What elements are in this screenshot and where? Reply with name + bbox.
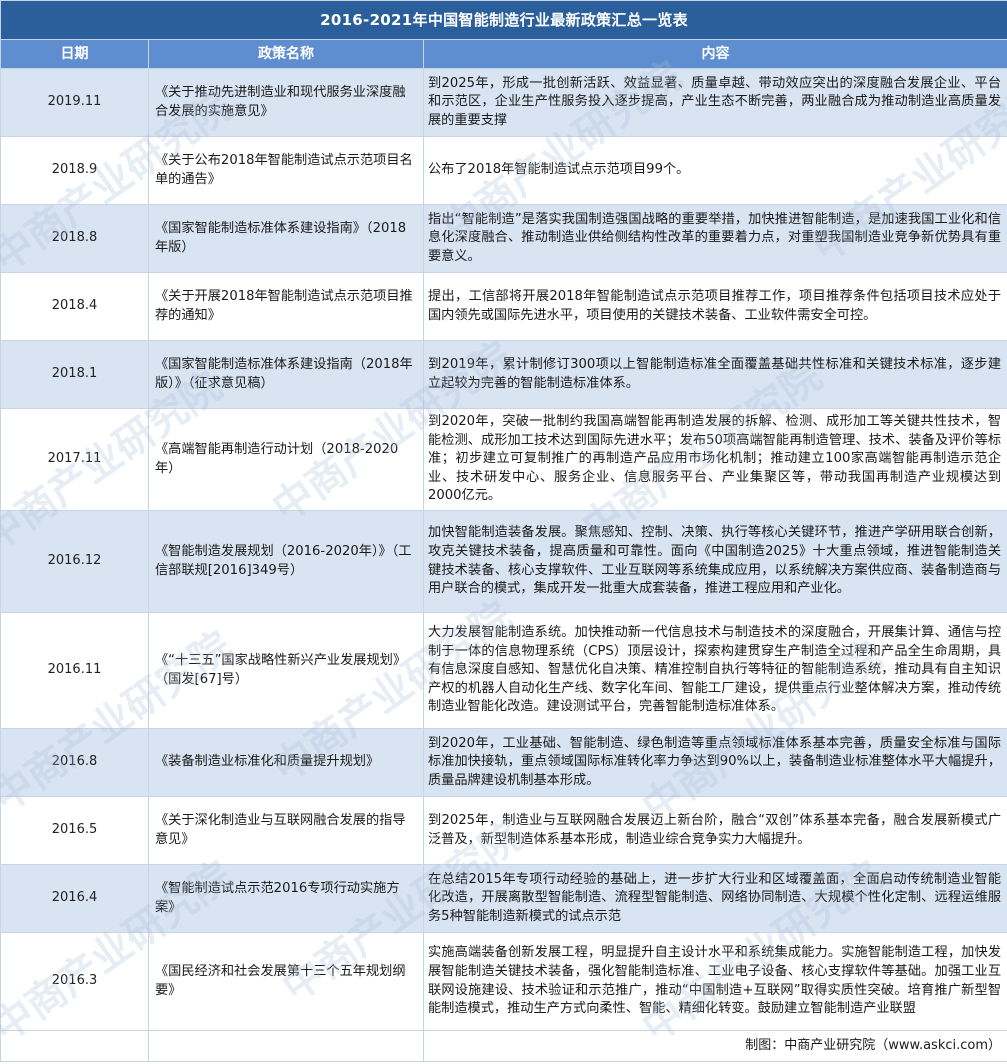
row-date: 2018.8 <box>0 204 149 273</box>
table-row: 2017.11 《高端智能再制造行动计划（2018-2020年） 到2020年，… <box>0 408 1007 511</box>
row-date: 2017.11 <box>0 408 149 511</box>
table-row: 2018.9 《关于公布2018年智能制造试点示范项目名单的通告》 公布了201… <box>0 136 1007 205</box>
table-title: 2016-2021年中国智能制造行业最新政策汇总一览表 <box>0 0 1007 40</box>
row-content: 大力发展智能制造系统。加快推动新一代信息技术与制造技术的深度融合，开展集计算、通… <box>422 612 1007 729</box>
source-credit: 制图：中商产业研究院（www.askci.com） <box>422 1030 1007 1062</box>
row-policy-name: 《关于开展2018年智能制造试点示范项目推荐的通知》 <box>148 272 424 341</box>
row-policy-name: 《高端智能再制造行动计划（2018-2020年） <box>148 408 424 511</box>
row-content: 到2019年，累计制修订300项以上智能制造标准全面覆盖基础共性标准和关键技术标… <box>422 340 1007 409</box>
row-content: 到2025年，形成一批创新活跃、效益显著、质量卓越、带动效应突出的深度融合发展企… <box>422 68 1007 137</box>
row-policy-name: 《关于公布2018年智能制造试点示范项目名单的通告》 <box>148 136 424 205</box>
row-content: 加快智能制造装备发展。聚焦感知、控制、决策、执行等核心关键环节，推进产学研用联合… <box>422 510 1007 613</box>
row-content: 公布了2018年智能制造试点示范项目99个。 <box>422 136 1007 205</box>
row-policy-name: 《关于深化制造业与互联网融合发展的指导意见》 <box>148 796 424 865</box>
row-date: 2016.5 <box>0 796 149 865</box>
row-content: 到2025年，制造业与互联网融合发展迈上新台阶，融合“双创”体系基本完备，融合发… <box>422 796 1007 865</box>
table-row: 2016.3 《国民经济和社会发展第十三个五年规划纲要》 实施高端装备创新发展工… <box>0 932 1007 1031</box>
row-date: 2016.8 <box>0 728 149 797</box>
table-row: 2019.11 《关于推动先进制造业和现代服务业深度融合发展的实施意见》 到20… <box>0 68 1007 137</box>
header-name: 政策名称 <box>148 39 424 69</box>
row-content: 提出，工信部将开展2018年智能制造试点示范项目推荐工作，项目推荐条件包括项目技… <box>422 272 1007 341</box>
row-content: 到2020年，工业基础、智能制造、绿色制造等重点领域标准体系基本完善，质量安全标… <box>422 728 1007 797</box>
table-row: 2018.4 《关于开展2018年智能制造试点示范项目推荐的通知》 提出，工信部… <box>0 272 1007 341</box>
row-content: 在总结2015年专项行动经验的基础上，进一步扩大行业和区域覆盖面，全面启动传统制… <box>422 864 1007 933</box>
source-empty-cell <box>148 1030 424 1062</box>
table-row: 2018.1 《国家智能制造标准体系建设指南（2018年版）》（征求意见稿） 到… <box>0 340 1007 409</box>
row-date: 2016.12 <box>0 510 149 613</box>
row-policy-name: 《国家智能制造标准体系建设指南（2018年版）》（征求意见稿） <box>148 340 424 409</box>
table-row: 2016.12 《智能制造发展规划（2016-2020年）》（工信部联规[201… <box>0 510 1007 613</box>
row-policy-name: 《国家智能制造标准体系建设指南》（2018年版） <box>148 204 424 273</box>
policy-table: 2016-2021年中国智能制造行业最新政策汇总一览表 日期 政策名称 内容 2… <box>0 0 1007 1062</box>
table-row: 2016.4 《智能制造试点示范2016专项行动实施方案》 在总结2015年专项… <box>0 864 1007 933</box>
table-body: 2019.11 《关于推动先进制造业和现代服务业深度融合发展的实施意见》 到20… <box>0 68 1007 1062</box>
table-row: 2016.11 《“十三五”国家战略性新兴产业发展规划》（国发[67]号） 大力… <box>0 612 1007 729</box>
row-policy-name: 《国民经济和社会发展第十三个五年规划纲要》 <box>148 932 424 1031</box>
row-policy-name: 《“十三五”国家战略性新兴产业发展规划》（国发[67]号） <box>148 612 424 729</box>
row-date: 2019.11 <box>0 68 149 137</box>
row-content: 指出“智能制造”是落实我国制造强国战略的重要举措，加快推进智能制造，是加速我国工… <box>422 204 1007 273</box>
header-content: 内容 <box>422 39 1007 69</box>
table-row: 2016.8 《装备制造业标准化和质量提升规划》 到2020年，工业基础、智能制… <box>0 728 1007 797</box>
row-content: 实施高端装备创新发展工程，明显提升自主设计水平和系统集成能力。实施智能制造工程，… <box>422 932 1007 1031</box>
row-date: 2016.11 <box>0 612 149 729</box>
title-row: 2016-2021年中国智能制造行业最新政策汇总一览表 <box>0 0 1007 40</box>
row-date: 2016.3 <box>0 932 149 1031</box>
row-policy-name: 《智能制造发展规划（2016-2020年）》（工信部联规[2016]349号） <box>148 510 424 613</box>
table-row: 2016.5 《关于深化制造业与互联网融合发展的指导意见》 到2025年，制造业… <box>0 796 1007 865</box>
page: 2016-2021年中国智能制造行业最新政策汇总一览表 日期 政策名称 内容 2… <box>0 0 1007 1064</box>
row-date: 2016.4 <box>0 864 149 933</box>
table-row: 2018.8 《国家智能制造标准体系建设指南》（2018年版） 指出“智能制造”… <box>0 204 1007 273</box>
row-policy-name: 《智能制造试点示范2016专项行动实施方案》 <box>148 864 424 933</box>
header-row: 日期 政策名称 内容 <box>0 39 1007 69</box>
row-date: 2018.1 <box>0 340 149 409</box>
header-date: 日期 <box>0 39 149 69</box>
source-empty-cell <box>0 1030 149 1062</box>
row-content: 到2020年，突破一批制约我国高端智能再制造发展的拆解、检测、成形加工等关键共性… <box>422 408 1007 511</box>
row-policy-name: 《关于推动先进制造业和现代服务业深度融合发展的实施意见》 <box>148 68 424 137</box>
source-row: 制图：中商产业研究院（www.askci.com） <box>0 1030 1007 1062</box>
row-date: 2018.9 <box>0 136 149 205</box>
row-date: 2018.4 <box>0 272 149 341</box>
row-policy-name: 《装备制造业标准化和质量提升规划》 <box>148 728 424 797</box>
